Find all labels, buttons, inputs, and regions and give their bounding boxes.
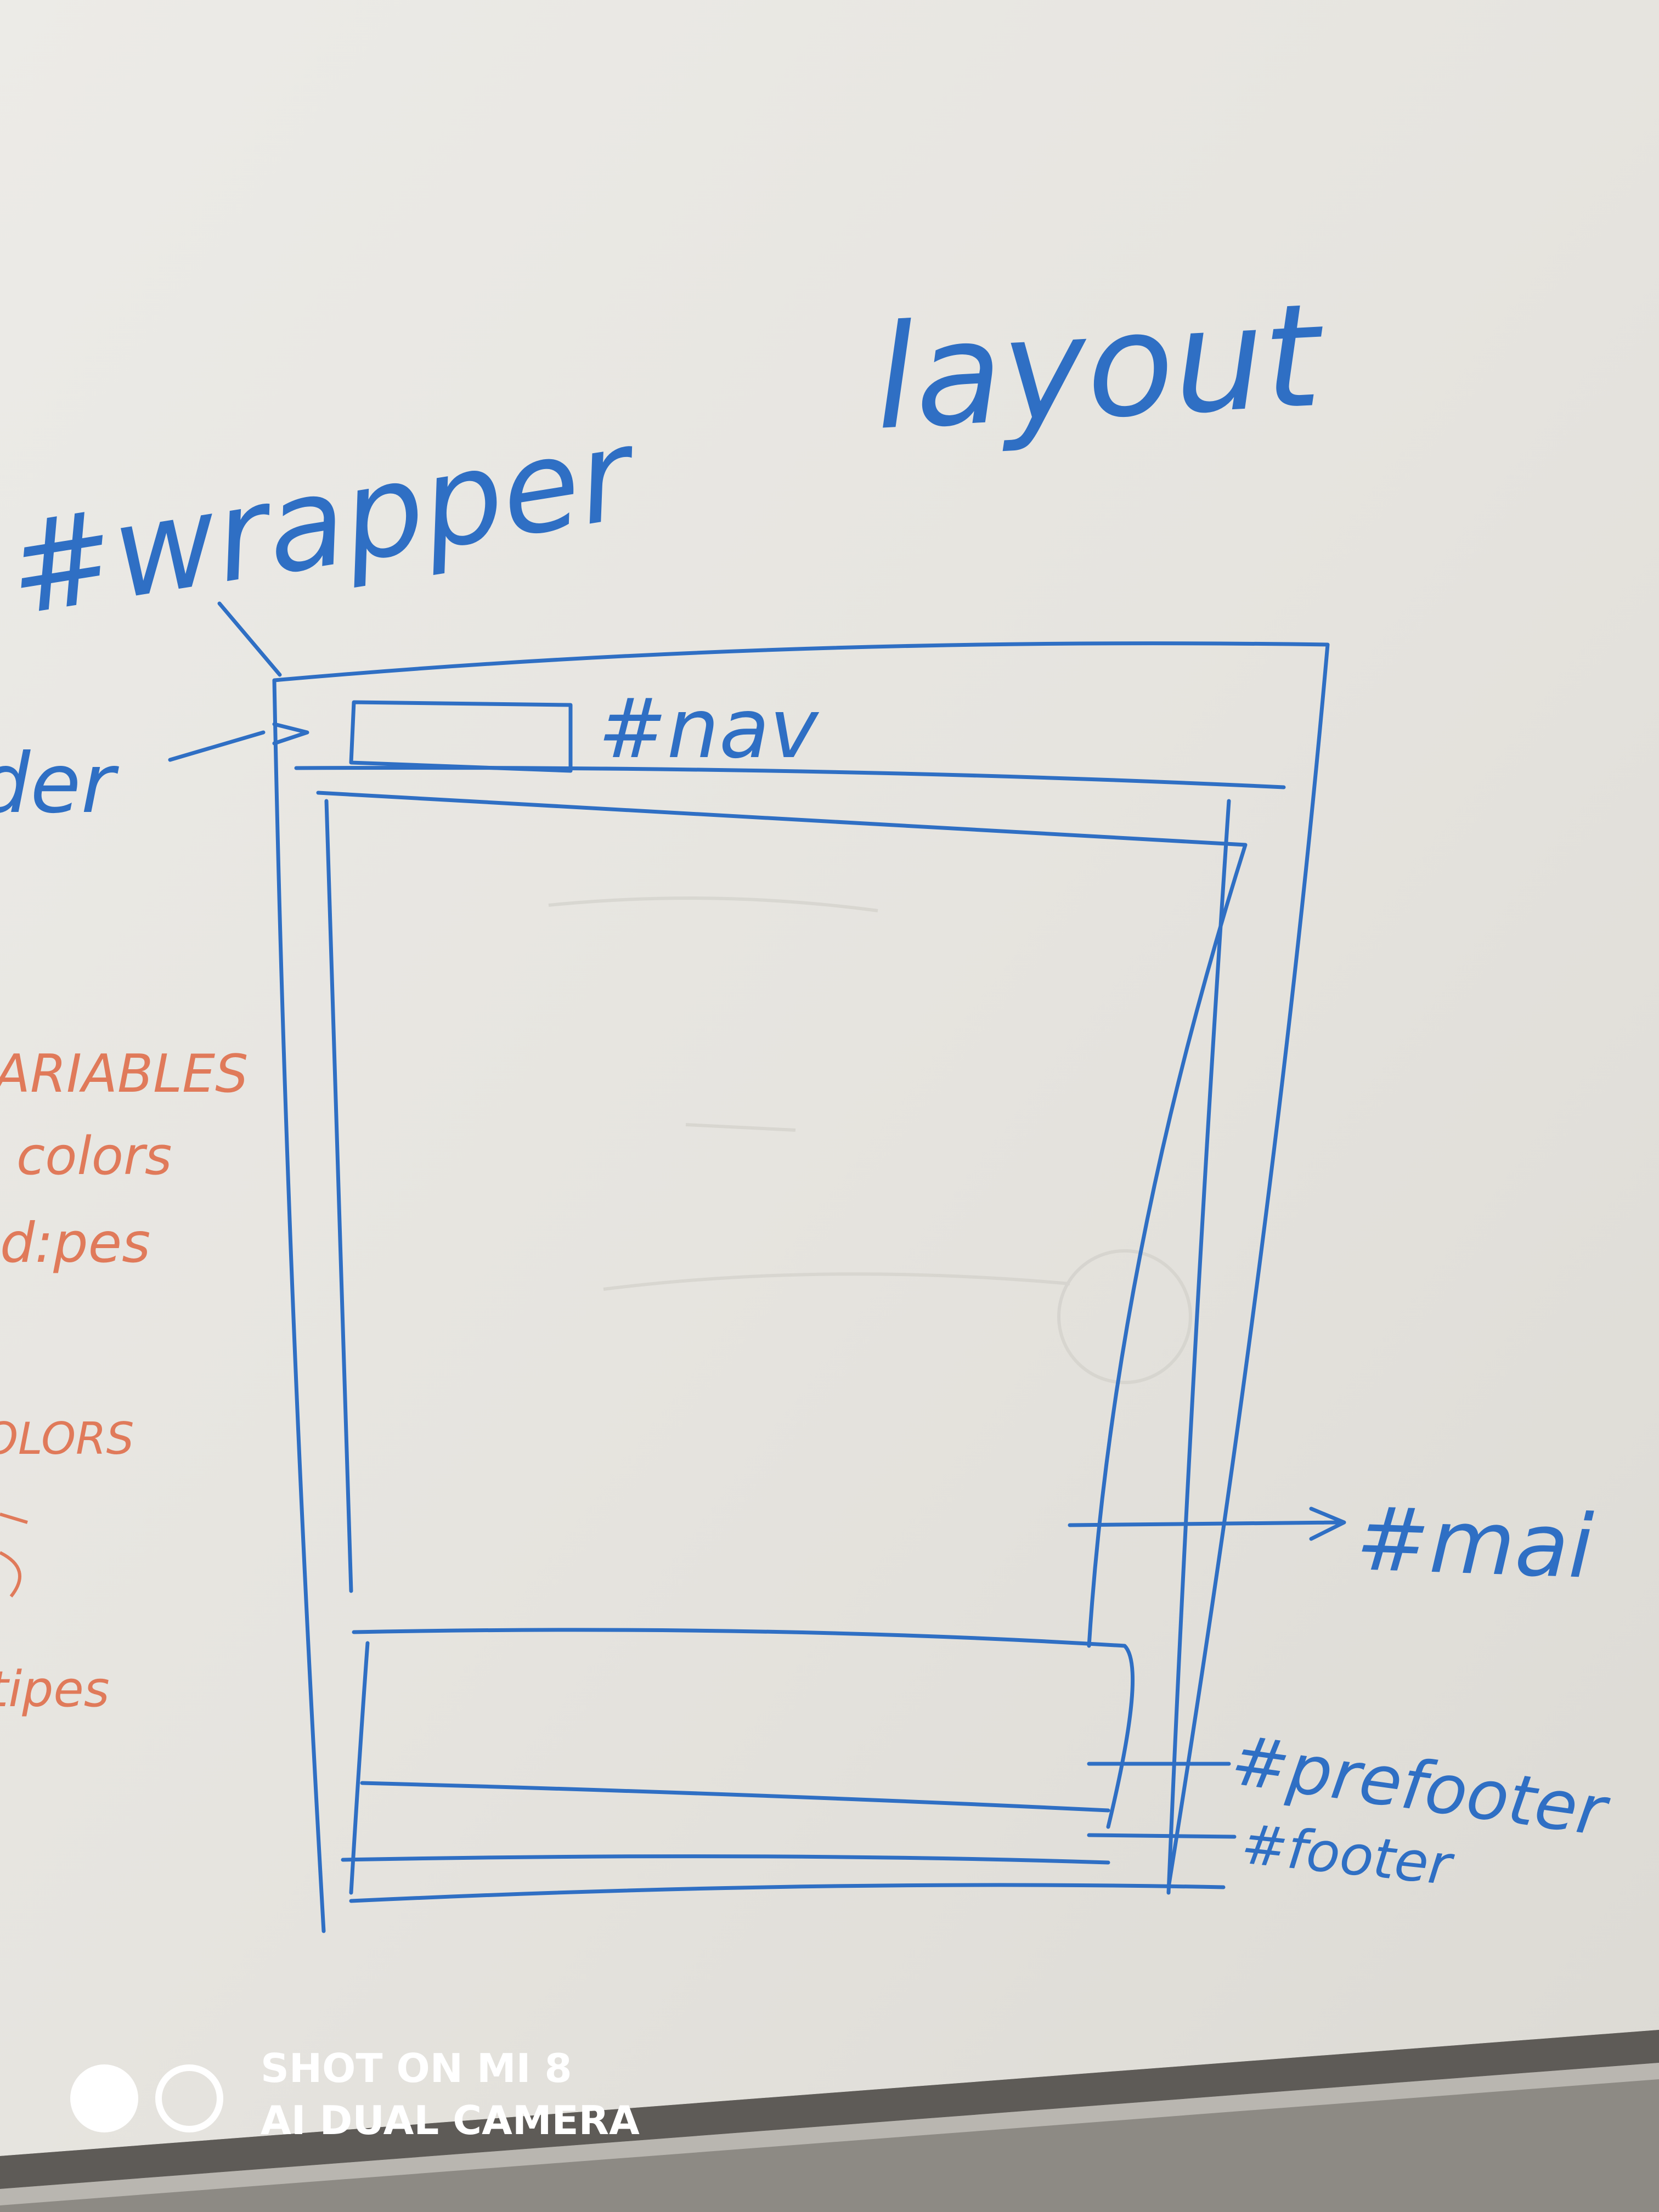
- orange-note-colors-2: OLORS: [0, 1413, 134, 1464]
- orange-note-colors: colors: [16, 1126, 172, 1187]
- watermark-dot-filled: [70, 2064, 138, 2132]
- nav-label: #nav: [598, 681, 820, 777]
- orange-note-variables: ARIABLES: [0, 1044, 248, 1104]
- orange-note-types: tipes: [0, 1661, 110, 1718]
- header-label-partial: der: [0, 736, 120, 832]
- watermark-line-1: SHOT ON MI 8: [261, 2045, 572, 2091]
- orange-note-shapes: d:pes: [0, 1211, 150, 1275]
- main-label: #mai: [1355, 1487, 1595, 1598]
- footer-pointer: [1087, 1833, 1237, 1839]
- whiteboard-photo: layout #wrapper der #nav #mai #prefooter…: [0, 0, 1659, 2212]
- watermark-line-2: AI DUAL CAMERA: [261, 2097, 640, 2143]
- layout-title: layout: [871, 273, 1330, 462]
